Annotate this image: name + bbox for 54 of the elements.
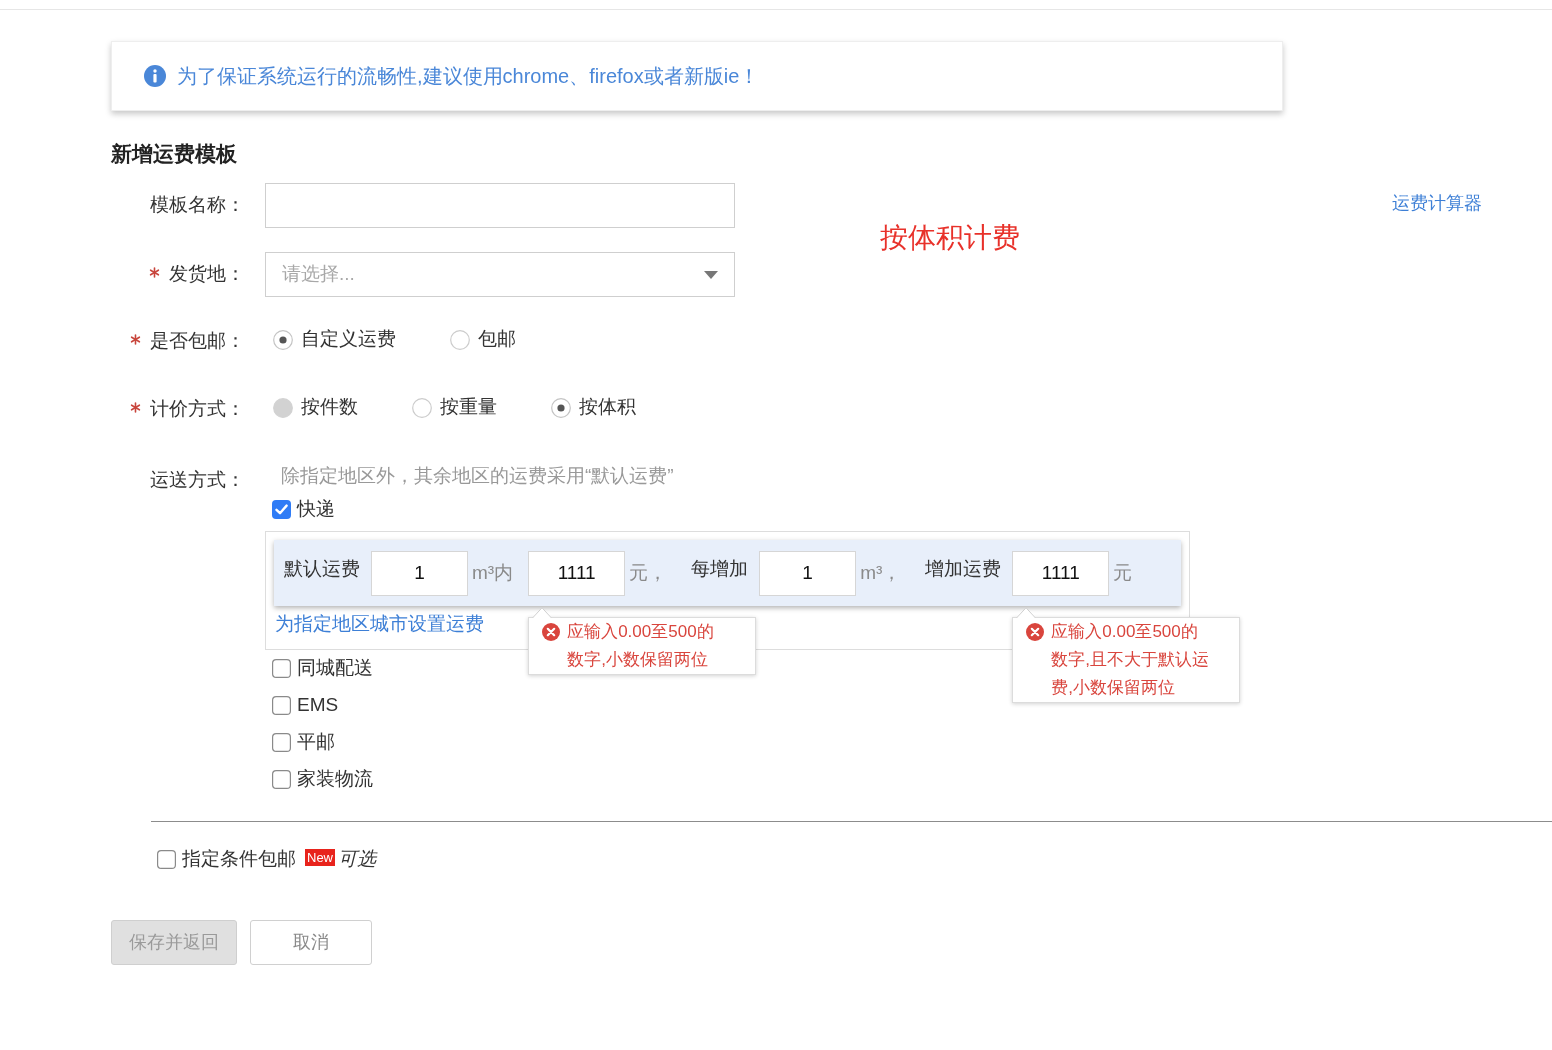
radio-button[interactable] bbox=[273, 329, 293, 350]
radio-label: 按件数 bbox=[301, 395, 358, 420]
checkbox[interactable] bbox=[272, 659, 291, 678]
field-label: 运送方式： bbox=[150, 467, 245, 492]
field-label: 计价方式： bbox=[150, 397, 245, 422]
unit-label: 元， bbox=[629, 560, 668, 585]
checkbox-label: 同城配送 bbox=[297, 656, 373, 681]
radio-button[interactable] bbox=[551, 397, 571, 418]
select-field[interactable]: 请选择... bbox=[265, 252, 735, 297]
field-label: 模板名称： bbox=[150, 193, 245, 218]
field-label: 发货地： bbox=[169, 262, 245, 287]
caret-icon bbox=[704, 270, 718, 279]
checkbox-label: 平邮 bbox=[297, 730, 335, 755]
number-input[interactable]: 1111 bbox=[528, 550, 626, 596]
error-icon bbox=[1026, 622, 1045, 641]
number-input[interactable]: 1 bbox=[759, 550, 857, 596]
error-message: 应输入0.00至500的数字,小数保留两位 bbox=[567, 620, 715, 671]
number-input[interactable]: 1 bbox=[371, 550, 468, 596]
checkbox[interactable] bbox=[272, 500, 291, 519]
info-icon bbox=[144, 65, 166, 87]
optional-note: 可选 bbox=[338, 846, 376, 871]
area-rate-link[interactable]: 为指定地区城市设置运费 bbox=[275, 610, 484, 638]
notice-text: 为了保证系统运行的流畅性,建议使用chrome、firefox或者新版ie！ bbox=[177, 64, 760, 89]
rate-label: 默认运费 bbox=[284, 556, 360, 581]
unit-label: m³， bbox=[860, 560, 902, 585]
cancel-button[interactable]: 取消 bbox=[250, 920, 372, 965]
checkbox-label: 快递 bbox=[297, 497, 335, 522]
rate-label: 每增加 bbox=[691, 556, 749, 581]
calculator-link[interactable]: 运费计算器 bbox=[1392, 190, 1482, 216]
error-icon bbox=[542, 622, 561, 641]
text-input[interactable] bbox=[265, 183, 735, 228]
error-message: 应输入0.00至500的数字,且不大于默认运费,小数保留两位 bbox=[1051, 620, 1211, 699]
checkbox[interactable] bbox=[272, 770, 291, 789]
hint-text: 除指定地区外，其余地区的运费采用“默认运费” bbox=[280, 464, 674, 488]
checkbox-label: EMS bbox=[297, 693, 339, 718]
radio-label: 自定义运费 bbox=[301, 327, 396, 352]
checkbox[interactable] bbox=[272, 733, 291, 752]
checkbox[interactable] bbox=[157, 849, 176, 869]
radio-button[interactable] bbox=[450, 329, 470, 350]
checkbox-label: 指定条件包邮 bbox=[182, 846, 296, 871]
checkbox[interactable] bbox=[272, 696, 291, 715]
radio-button[interactable] bbox=[412, 397, 432, 418]
radio-label: 包邮 bbox=[478, 327, 516, 352]
rate-label: 增加运费 bbox=[925, 556, 1002, 581]
checkbox-label: 家装物流 bbox=[297, 767, 373, 792]
field-label: 是否包邮： bbox=[150, 329, 245, 354]
number-input[interactable]: 1111 bbox=[1012, 550, 1110, 596]
page-title: 新增运费模板 bbox=[111, 141, 237, 167]
unit-label: m³内 bbox=[472, 560, 514, 585]
new-badge: New bbox=[305, 849, 335, 866]
annotation-text: 按体积计费 bbox=[880, 221, 1020, 255]
unit-label: 元 bbox=[1113, 560, 1133, 585]
radio-label: 按重量 bbox=[440, 395, 497, 420]
radio-label: 按体积 bbox=[579, 395, 636, 420]
